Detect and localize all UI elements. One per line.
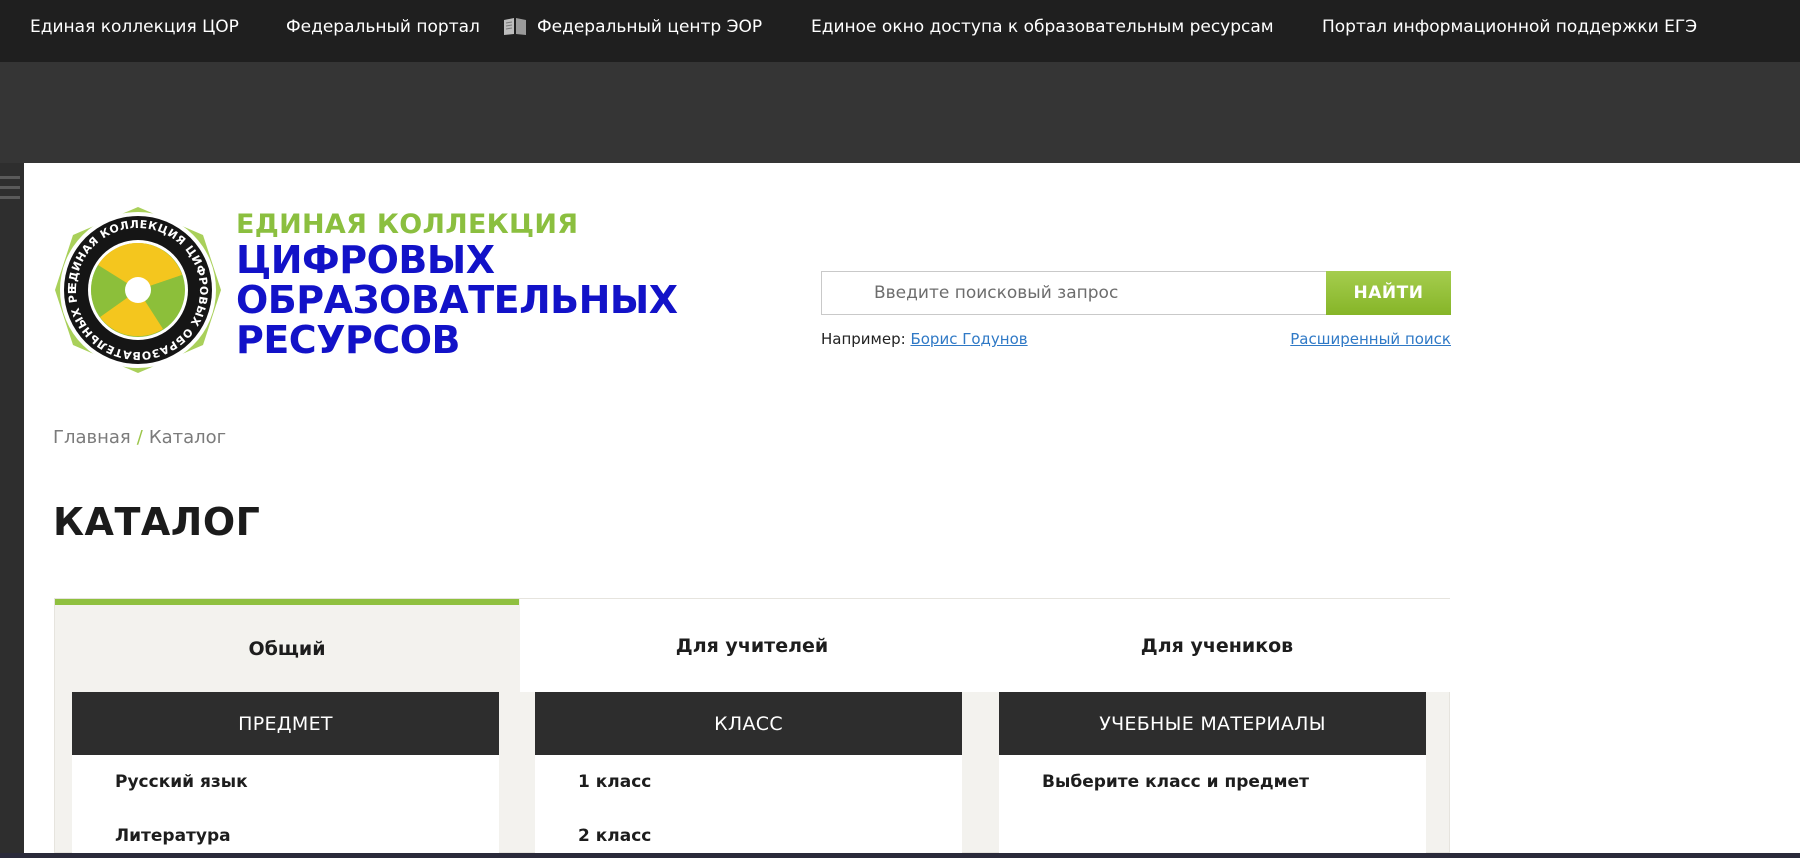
nav-link-single-window[interactable]: Единое окно доступа к образовательным ре… [811, 16, 1274, 38]
nav-link-eor-center[interactable]: Федеральный центр ЭОР [537, 16, 762, 38]
tab-general[interactable]: Общий [55, 599, 519, 692]
page-title: КАТАЛОГ [53, 500, 261, 544]
materials-hint: Выберите класс и предмет [1042, 772, 1309, 792]
materials-header: УЧЕБНЫЕ МАТЕРИАЛЫ [999, 692, 1426, 755]
grade-header: КЛАСС [535, 692, 962, 755]
list-item[interactable]: 1 класс [535, 755, 962, 809]
search-box [821, 271, 1327, 315]
nav-link-ege-portal[interactable]: Портал информационной поддержки ЕГЭ [1322, 16, 1697, 38]
bottom-edge [0, 853, 1800, 858]
tab-for-teachers[interactable]: Для учителей [520, 599, 984, 692]
logo-line-4: РЕСУРСОВ [236, 318, 460, 362]
logo-line-3: ОБРАЗОВАТЕЛЬНЫХ [236, 278, 678, 322]
tab-for-students[interactable]: Для учеников [984, 599, 1450, 692]
example-label: Например: [821, 330, 906, 348]
nav-link-cor[interactable]: Единая коллекция ЦОР [30, 16, 239, 38]
search-example: Например: Борис Годунов [821, 330, 1028, 348]
book-icon [504, 18, 526, 35]
logo-emblem[interactable]: ЕДИНАЯ КОЛЛЕКЦИЯ ЦИФРОВЫХ ОБРАЗОВАТЕЛЬНЫ… [53, 205, 223, 375]
grade-column: КЛАСС 1 класс 2 класс [535, 692, 962, 854]
breadcrumb-separator: / [136, 427, 143, 448]
catalog-tabs: Общий Для учителей Для учеников ПРЕДМЕТ … [54, 598, 1450, 854]
advanced-search-link[interactable]: Расширенный поиск [1290, 330, 1451, 348]
breadcrumb-current: Каталог [148, 427, 227, 448]
example-link[interactable]: Борис Годунов [910, 330, 1027, 348]
materials-column: УЧЕБНЫЕ МАТЕРИАЛЫ Выберите класс и предм… [999, 692, 1426, 854]
breadcrumb-home[interactable]: Главная [53, 427, 131, 448]
top-navigation: Единая коллекция ЦОР Федеральный портал … [0, 0, 1800, 62]
search-button[interactable]: НАЙТИ [1326, 271, 1451, 315]
menu-handle-icon[interactable] [0, 176, 22, 210]
logo-line-2: ЦИФРОВЫХ [236, 238, 495, 282]
list-item[interactable]: Литература [72, 809, 499, 858]
list-item[interactable]: 2 класс [535, 809, 962, 858]
nav-link-federal-portal[interactable]: Федеральный портал [286, 16, 480, 38]
subject-column: ПРЕДМЕТ Русский язык Литература [72, 692, 499, 854]
list-item[interactable]: Русский язык [72, 755, 499, 809]
subject-header: ПРЕДМЕТ [72, 692, 499, 755]
header-gray-band [0, 62, 1800, 163]
logo-line-1: ЕДИНАЯ КОЛЛЕКЦИЯ [236, 209, 579, 240]
breadcrumb: Главная / Каталог [53, 427, 226, 448]
logo-title[interactable]: ЕДИНАЯ КОЛЛЕКЦИЯ ЦИФРОВЫХ ОБРАЗОВАТЕЛЬНЫ… [236, 209, 678, 362]
search-input[interactable] [822, 272, 1326, 314]
